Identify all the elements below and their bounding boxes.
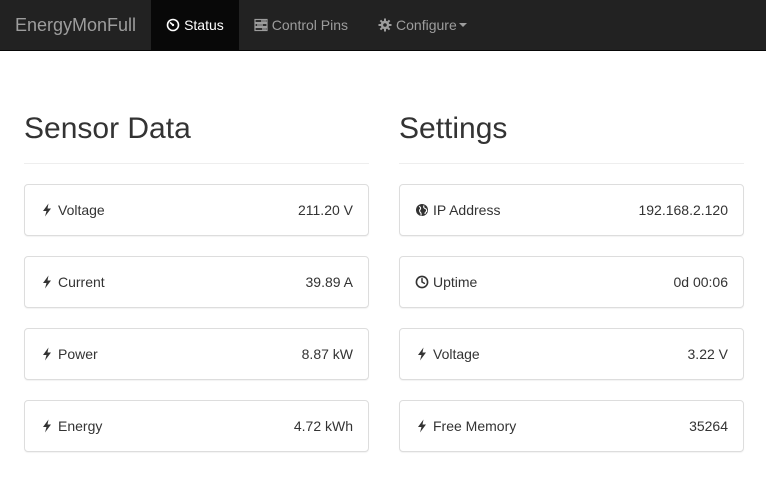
- cog-icon: [378, 18, 392, 32]
- card-label: IP Address: [433, 202, 501, 218]
- nav-status-label: Status: [184, 17, 224, 33]
- flash-icon: [40, 347, 54, 361]
- card-value: 8.87 kW: [301, 346, 353, 362]
- card-label: Voltage: [58, 202, 105, 218]
- divider: [399, 163, 744, 164]
- sensor-card-power: Power 8.87 kW: [24, 328, 369, 380]
- flash-icon: [40, 275, 54, 289]
- sensor-card-voltage: Voltage 211.20 V: [24, 184, 369, 236]
- card-label: Free Memory: [433, 418, 517, 434]
- tasks-icon: [254, 18, 268, 32]
- sensor-data-heading: Sensor Data: [24, 112, 191, 145]
- settings-heading: Settings: [399, 112, 508, 145]
- card-label: Power: [58, 346, 98, 362]
- settings-card-free-memory: Free Memory 35264: [399, 400, 744, 452]
- caret-down-icon: [458, 23, 467, 27]
- brand-link[interactable]: EnergyMonFull: [0, 0, 151, 50]
- divider: [24, 163, 369, 164]
- card-value: 39.89 A: [305, 274, 354, 290]
- nav-control-pins-label: Control Pins: [271, 17, 349, 33]
- flash-icon: [40, 419, 54, 433]
- nav-status[interactable]: Status: [151, 0, 239, 50]
- flash-icon: [415, 419, 429, 433]
- settings-card-voltage: Voltage 3.22 V: [399, 328, 744, 380]
- card-value: 0d 00:06: [673, 274, 729, 290]
- card-label: Uptime: [433, 274, 478, 290]
- dashboard-icon: [166, 18, 180, 32]
- card-value: 192.168.2.120: [638, 202, 728, 218]
- clock-icon: [415, 275, 429, 289]
- card-label: Voltage: [433, 346, 480, 362]
- card-label: Energy: [58, 418, 103, 434]
- nav-configure-dropdown[interactable]: Configure: [363, 0, 482, 50]
- top-navbar: EnergyMonFull Status Control Pins Config…: [0, 0, 766, 51]
- globe-icon: [415, 203, 429, 217]
- nav-configure-label: Configure: [396, 17, 457, 33]
- card-value: 35264: [689, 418, 728, 434]
- sensor-card-energy: Energy 4.72 kWh: [24, 400, 369, 452]
- settings-column: Settings IP Address 192.168.2.120 Uptime…: [399, 51, 744, 452]
- flash-icon: [415, 347, 429, 361]
- sensor-card-current: Current 39.89 A: [24, 256, 369, 308]
- settings-card-uptime: Uptime 0d 00:06: [399, 256, 744, 308]
- sensor-data-column: Sensor Data Voltage 211.20 V Current 39.…: [24, 51, 369, 452]
- nav-control-pins[interactable]: Control Pins: [239, 0, 363, 50]
- flash-icon: [40, 203, 54, 217]
- card-value: 211.20 V: [297, 202, 353, 218]
- card-label: Current: [58, 274, 105, 290]
- card-value: 4.72 kWh: [293, 418, 353, 434]
- settings-card-ip-address: IP Address 192.168.2.120: [399, 184, 744, 236]
- card-value: 3.22 V: [687, 346, 728, 362]
